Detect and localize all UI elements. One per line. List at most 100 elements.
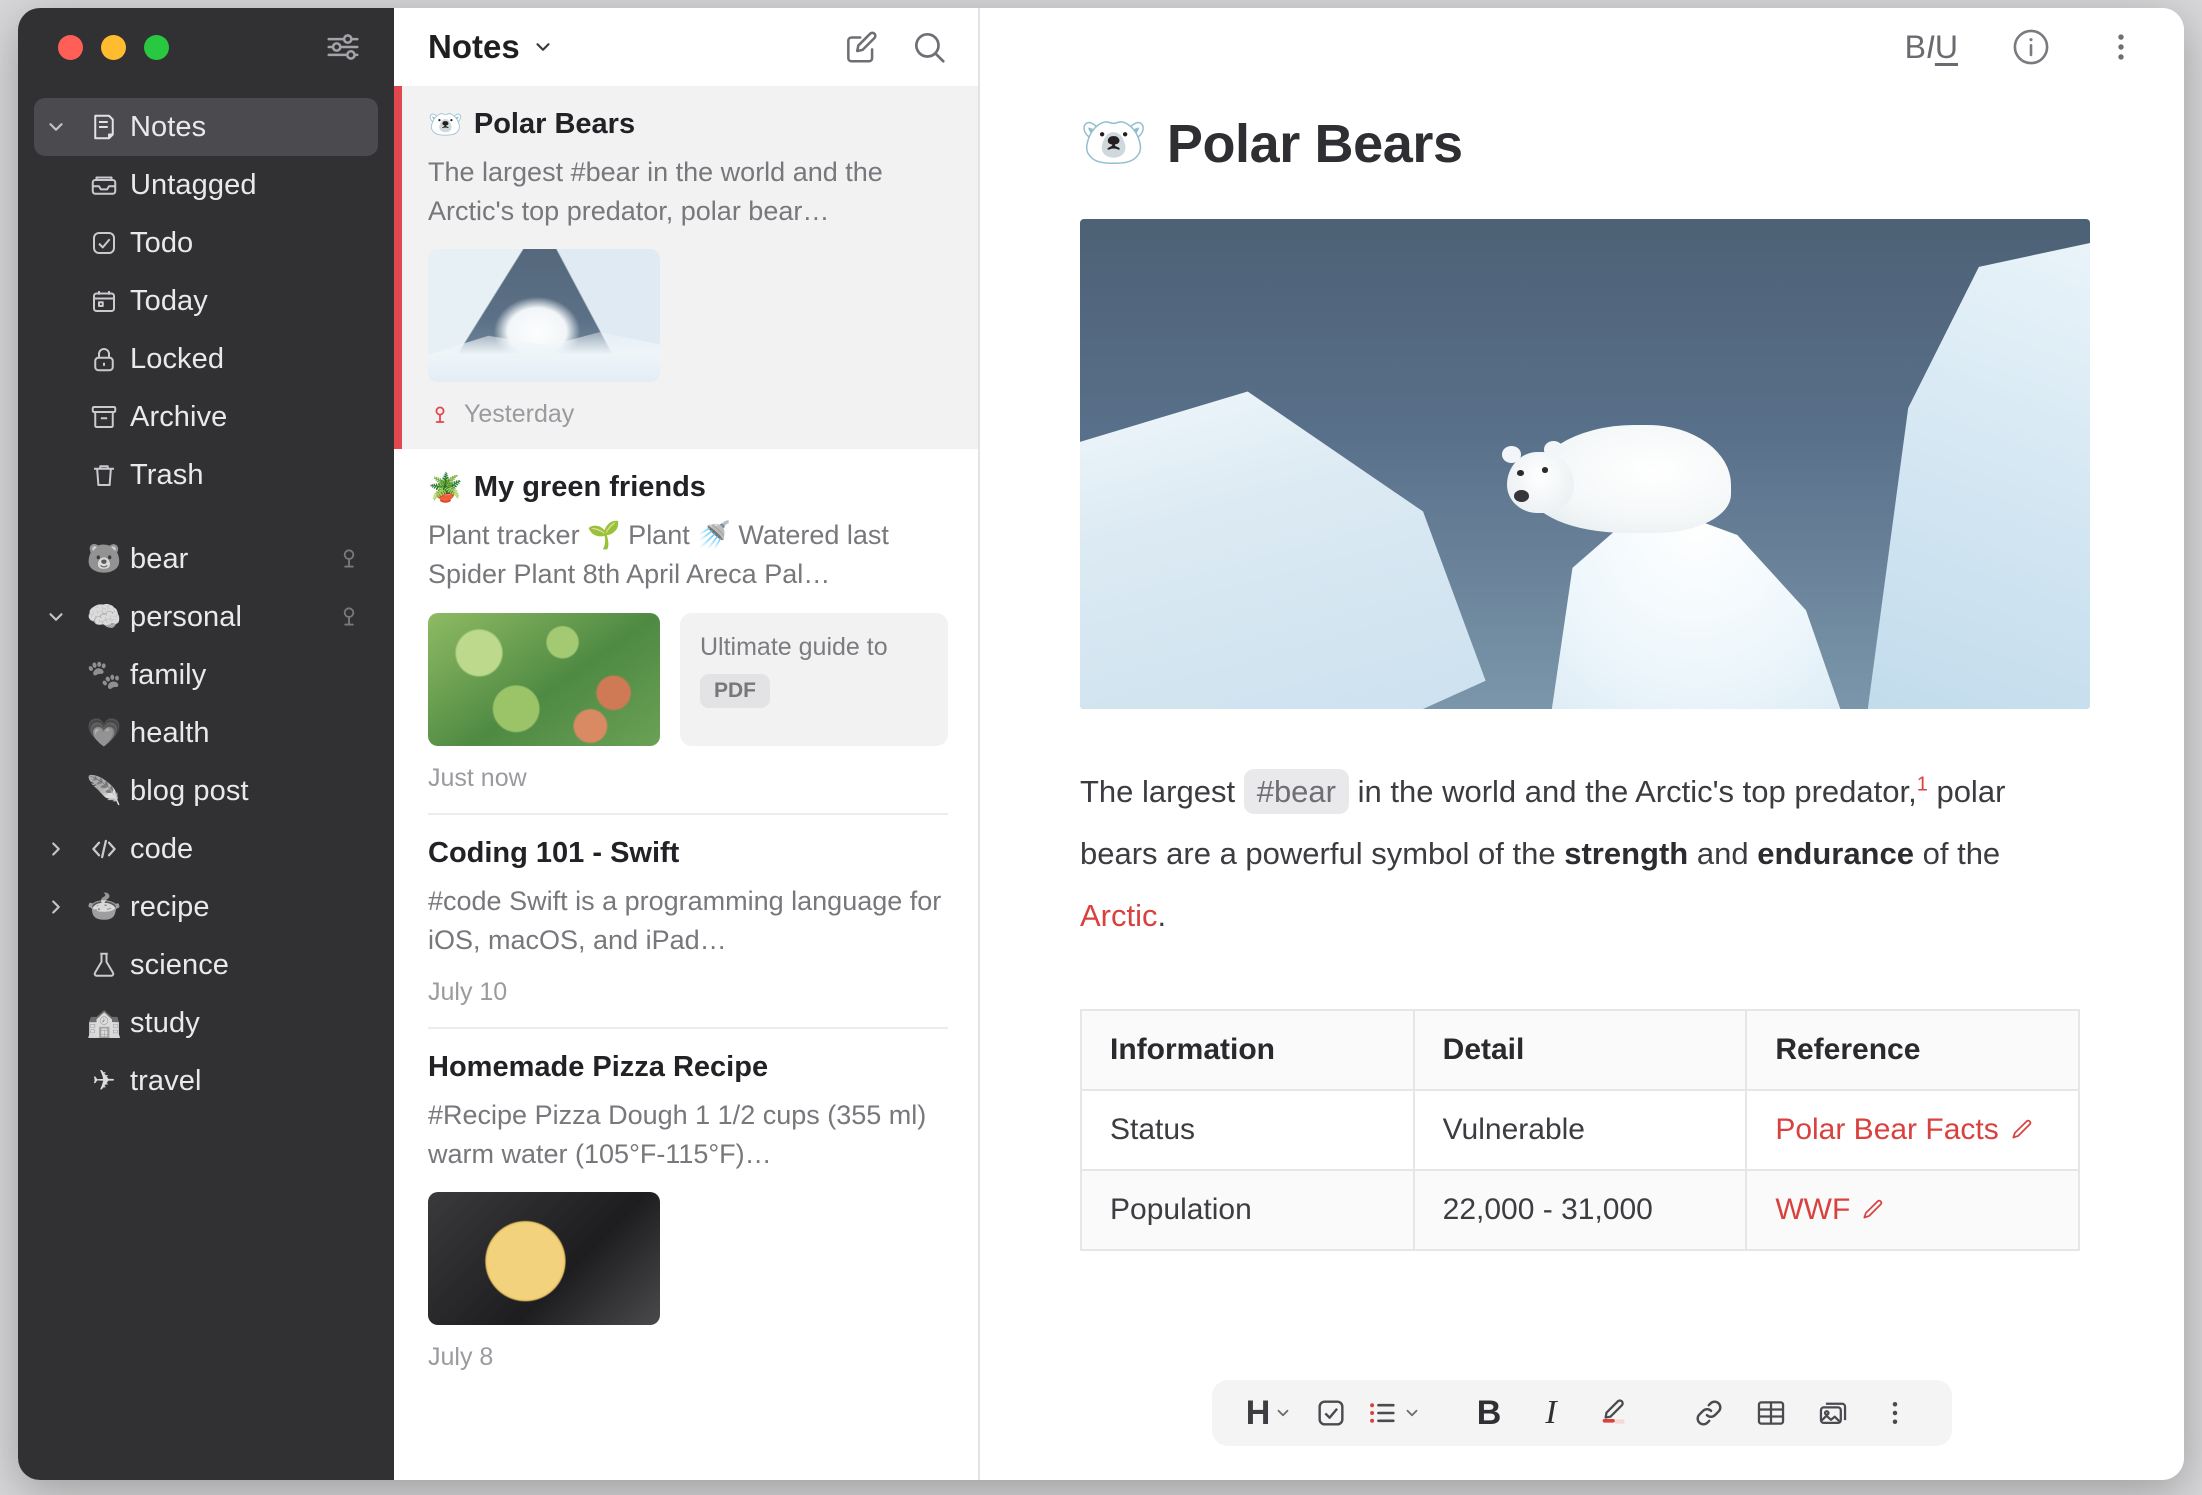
note-list-item[interactable]: Coding 101 - Swift #code Swift is a prog… [394, 814, 978, 1027]
bold-button[interactable]: B [1458, 1380, 1520, 1446]
sidebar-item-todo[interactable]: Todo [34, 214, 378, 272]
chevron-down-icon[interactable] [34, 116, 78, 138]
paragraph-part-2: in the world and the Arctic's top predat… [1357, 774, 1917, 809]
footnote-marker[interactable]: 1 [1917, 774, 1928, 796]
brain-icon: 🧠 [86, 601, 122, 632]
note-media [428, 249, 948, 383]
editor-panel: BIU 🐻‍❄️ Polar Bears [980, 8, 2184, 1480]
note-thumbnail [428, 249, 660, 383]
reference-link-label: Polar Bear Facts [1775, 1113, 1999, 1146]
table-icon [1757, 1401, 1785, 1425]
minimize-button[interactable] [101, 34, 126, 60]
more-vertical-icon[interactable] [2104, 30, 2138, 64]
zoom-button[interactable] [144, 34, 169, 60]
sidebar-item-trash[interactable]: Trash [34, 446, 378, 504]
bold-label: B [1904, 28, 1926, 65]
airplane-icon: ✈ [92, 1065, 116, 1096]
note-list-item[interactable]: Homemade Pizza Recipe #Recipe Pizza Doug… [394, 1028, 978, 1393]
checklist-button[interactable] [1300, 1380, 1362, 1446]
list-button[interactable] [1362, 1380, 1424, 1446]
close-button[interactable] [58, 34, 83, 60]
chevron-right-icon[interactable] [34, 896, 78, 918]
sidebar-tag-label: science [130, 948, 230, 981]
sidebar-tag-recipe[interactable]: 🍲 recipe [34, 878, 378, 936]
note-title: Polar Bears [473, 108, 636, 140]
note-list-title-group[interactable]: Notes [428, 28, 554, 66]
table-button[interactable] [1740, 1380, 1802, 1446]
format-biu-button[interactable]: BIU [1905, 29, 1958, 66]
sidebar-tag-code[interactable]: code [34, 820, 378, 878]
editor-body[interactable]: 🐻‍❄️ Polar Bears The largest #bear in th… [980, 86, 2184, 1380]
sidebar-item-notes[interactable]: Notes [34, 98, 378, 156]
sidebar-tag-health[interactable]: 💗 health [34, 704, 378, 762]
more-button[interactable] [1864, 1380, 1926, 1446]
note-snippet: Plant tracker 🌱 Plant 🚿 Watered last Spi… [428, 520, 889, 590]
hero-image [1080, 219, 2090, 709]
sidebar-item-archive[interactable]: Archive [34, 388, 378, 446]
body-paragraph[interactable]: The largest #bear in the world and the A… [1080, 761, 2080, 947]
highlight-button[interactable] [1582, 1380, 1644, 1446]
table-header-detail: Detail [1412, 1009, 1748, 1091]
link-icon [1696, 1400, 1722, 1426]
sliders-icon[interactable] [320, 24, 366, 70]
note-title: My green friends [473, 471, 706, 504]
table-cell-reference: WWF [1745, 1169, 2080, 1251]
paragraph-part-5: of the [1922, 836, 2001, 871]
sidebar-tag-science[interactable]: science [34, 936, 378, 994]
edit-pencil-icon[interactable] [1860, 1197, 1886, 1223]
checkbox-icon [1318, 1400, 1344, 1426]
polar-bear-eye-right [1541, 466, 1549, 473]
italic-label: I [1926, 28, 1935, 65]
sidebar-tag-bear[interactable]: 🐻 bear [34, 530, 378, 588]
pin-icon[interactable] [336, 546, 362, 572]
chevron-down-icon[interactable] [34, 606, 78, 628]
paw-icon: 🐾 [86, 659, 122, 690]
chevron-down-icon [1406, 1409, 1418, 1417]
info-icon[interactable] [2010, 26, 2052, 68]
note-attachment[interactable]: Ultimate guide to PDF [680, 612, 948, 746]
chevron-down-icon [1277, 1409, 1289, 1417]
image-button[interactable] [1802, 1380, 1864, 1446]
sidebar-tag-label: health [130, 716, 210, 749]
note-list-scroll[interactable]: 🐻‍❄️ Polar Bears The largest #bear in th… [394, 86, 978, 1480]
pin-icon[interactable] [336, 604, 362, 630]
sidebar-item-locked[interactable]: Locked [34, 330, 378, 388]
link-arctic[interactable]: Arctic [1080, 898, 1158, 933]
note-timestamp: Just now [428, 763, 527, 792]
potted-plant-emoji-icon: 🪴 [428, 472, 463, 504]
reference-link[interactable]: Polar Bear Facts [1775, 1113, 2034, 1147]
code-icon [78, 834, 130, 864]
link-button[interactable] [1678, 1380, 1740, 1446]
sidebar-item-today[interactable]: Today [34, 272, 378, 330]
italic-button[interactable]: I [1520, 1380, 1582, 1446]
reference-link-label: WWF [1775, 1193, 1851, 1226]
table-header-row: Information Detail Reference [1080, 1009, 2080, 1091]
search-icon[interactable] [910, 28, 948, 66]
feather-icon: 🪶 [86, 775, 122, 806]
note-meta: Just now [428, 764, 948, 793]
sidebar-item-label: Untagged [130, 168, 257, 201]
facts-table: Information Detail Reference Status Vuln… [1080, 1009, 2080, 1251]
heading-button[interactable]: H [1238, 1380, 1300, 1446]
tag-pill-bear[interactable]: #bear [1243, 769, 1349, 814]
table-row: Population 22,000 - 31,000 WWF [1080, 1169, 2080, 1251]
reference-link[interactable]: WWF [1775, 1193, 1886, 1227]
sidebar-tag-family[interactable]: 🐾 family [34, 646, 378, 704]
chevron-down-icon[interactable] [532, 36, 554, 58]
sidebar-tag-blog-post[interactable]: 🪶 blog post [34, 762, 378, 820]
sidebar-tag-personal[interactable]: 🧠 personal [34, 588, 378, 646]
sidebar-tag-travel[interactable]: ✈ travel [34, 1052, 378, 1110]
sidebar-item-label: Today [130, 284, 208, 317]
sidebar-tag-study[interactable]: 🏫 study [34, 994, 378, 1052]
edit-pencil-icon[interactable] [2009, 1117, 2035, 1143]
chevron-right-icon[interactable] [34, 838, 78, 860]
note-list-item[interactable]: 🐻‍❄️ Polar Bears The largest #bear in th… [394, 86, 978, 450]
note-meta: Yesterday [428, 400, 948, 429]
compose-icon[interactable] [842, 28, 880, 66]
table-header-information: Information [1080, 1009, 1415, 1091]
image-icon [1819, 1402, 1847, 1425]
sidebar-tag-label: travel [130, 1064, 202, 1097]
sidebar-item-untagged[interactable]: Untagged [34, 156, 378, 214]
sidebar-item-label: Notes [130, 110, 207, 143]
note-list-item[interactable]: 🪴 My green friends Plant tracker 🌱 Plant… [394, 449, 978, 813]
